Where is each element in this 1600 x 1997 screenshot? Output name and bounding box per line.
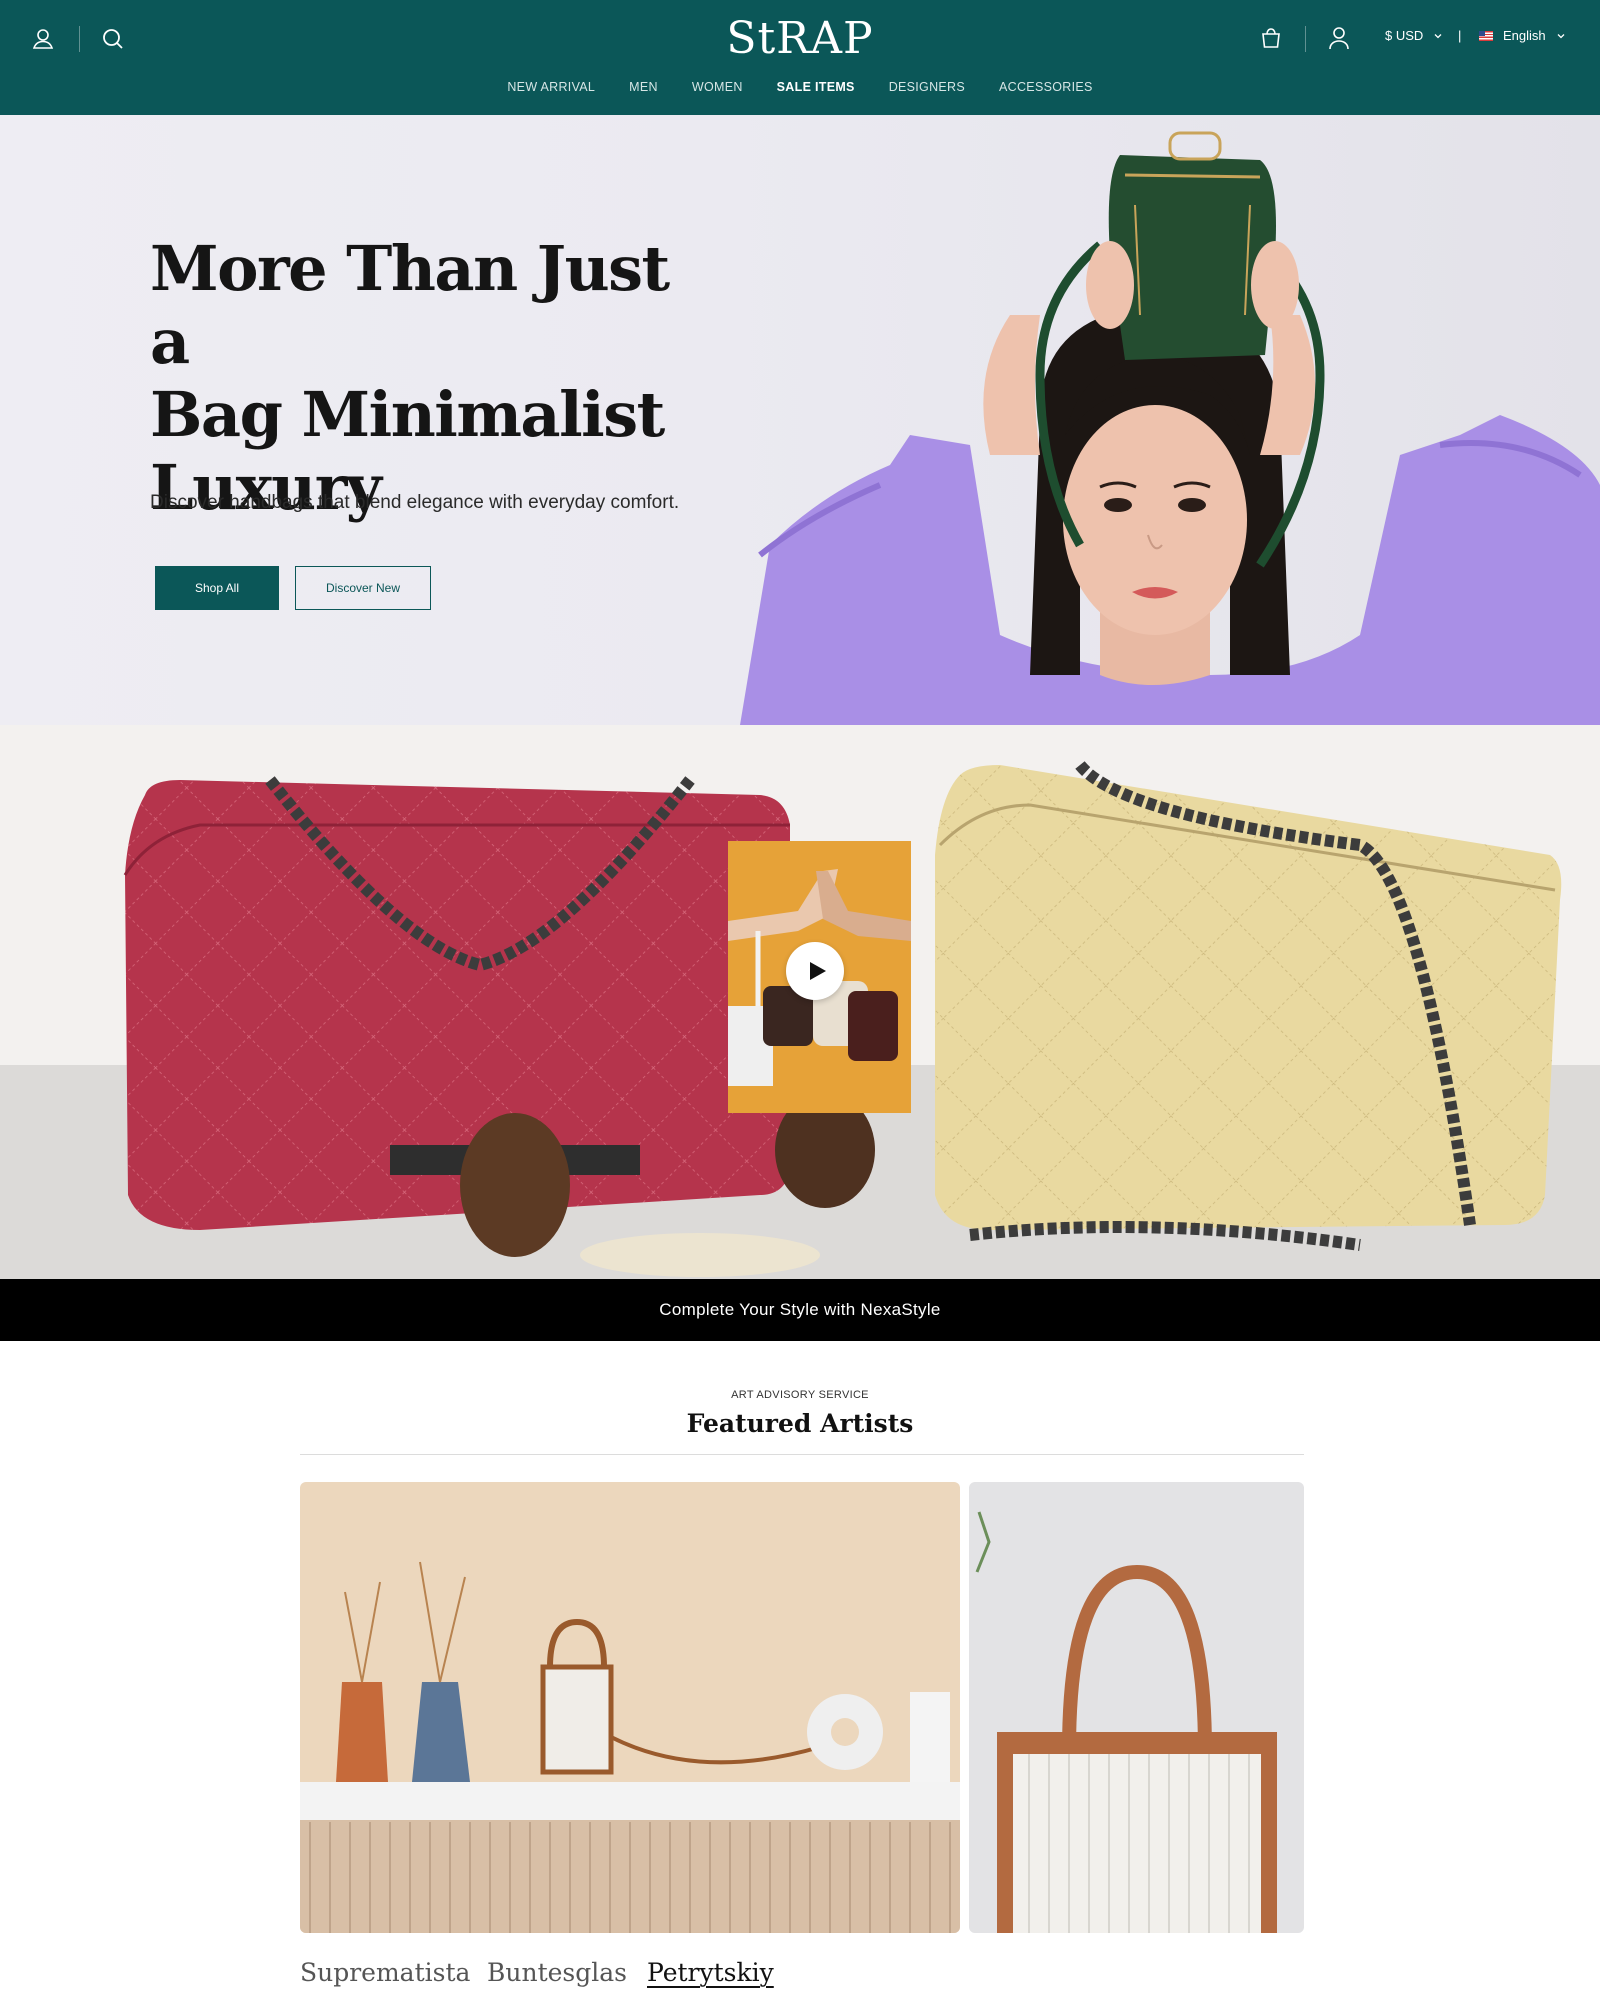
language-select[interactable]: English bbox=[1479, 28, 1566, 43]
play-button[interactable] bbox=[786, 942, 844, 1000]
shelf-bag-image bbox=[300, 1482, 960, 1933]
site-logo[interactable]: StRAP bbox=[700, 12, 900, 66]
nav-item-new-arrival[interactable]: NEW ARRIVAL bbox=[490, 80, 612, 94]
bag-icon[interactable] bbox=[1257, 24, 1285, 52]
search-icon[interactable] bbox=[99, 25, 127, 53]
tote-bag-image bbox=[969, 1482, 1304, 1933]
nav-item-men[interactable]: MEN bbox=[612, 80, 675, 94]
featured-image-shelf[interactable] bbox=[300, 1482, 960, 1933]
hero-model-image bbox=[740, 131, 1600, 725]
artist-tab-buntesglas[interactable]: Buntesglas bbox=[487, 1958, 627, 1987]
hero-title-line: More Than Just a bbox=[150, 232, 670, 378]
promo-strip: Complete Your Style with NexaStyle bbox=[0, 1279, 1600, 1341]
currency-label: $ USD bbox=[1385, 28, 1424, 43]
featured-image-bag[interactable] bbox=[969, 1482, 1304, 1933]
nav-item-sale-items[interactable]: SALE ITEMS bbox=[760, 80, 872, 94]
play-icon bbox=[810, 962, 826, 980]
header-divider bbox=[1305, 26, 1306, 52]
main-nav: NEW ARRIVAL MEN WOMEN SALE ITEMS DESIGNE… bbox=[0, 80, 1600, 94]
site-header: StRAP $ USD | English NEW ARRIVAL MEN WO… bbox=[0, 0, 1600, 115]
nav-item-designers[interactable]: DESIGNERS bbox=[872, 80, 982, 94]
header-pipe: | bbox=[1458, 28, 1462, 43]
section-eyebrow: ART ADVISORY SERVICE bbox=[731, 1389, 869, 1401]
chevron-down-icon bbox=[1434, 33, 1442, 38]
language-label: English bbox=[1503, 28, 1546, 43]
nav-item-women[interactable]: WOMEN bbox=[675, 80, 760, 94]
header-divider bbox=[79, 26, 80, 52]
user-icon[interactable] bbox=[29, 25, 57, 53]
us-flag-icon bbox=[1479, 30, 1493, 41]
artist-tab-suprematista[interactable]: Suprematista bbox=[300, 1958, 470, 1987]
hero-banner: More Than Just a Bag Minimalist Luxury D… bbox=[0, 115, 1600, 725]
artist-tab-petrytskiy[interactable]: Petrytskiy bbox=[647, 1958, 774, 1987]
hero-title: More Than Just a Bag Minimalist Luxury bbox=[150, 232, 710, 524]
hero-subtitle: Discover handbags that blend elegance wi… bbox=[150, 492, 680, 513]
discover-new-button[interactable]: Discover New bbox=[295, 566, 431, 610]
shop-all-button[interactable]: Shop All bbox=[155, 566, 279, 610]
section-divider bbox=[300, 1454, 1304, 1455]
chevron-down-icon bbox=[1557, 33, 1565, 38]
video-banner bbox=[0, 725, 1600, 1279]
hero-title-line: Bag Minimalist bbox=[150, 378, 665, 451]
nav-item-accessories[interactable]: ACCESSORIES bbox=[982, 80, 1110, 94]
section-title: Featured Artists bbox=[686, 1409, 914, 1438]
account-icon[interactable] bbox=[1325, 24, 1353, 52]
currency-select[interactable]: $ USD bbox=[1385, 28, 1443, 43]
